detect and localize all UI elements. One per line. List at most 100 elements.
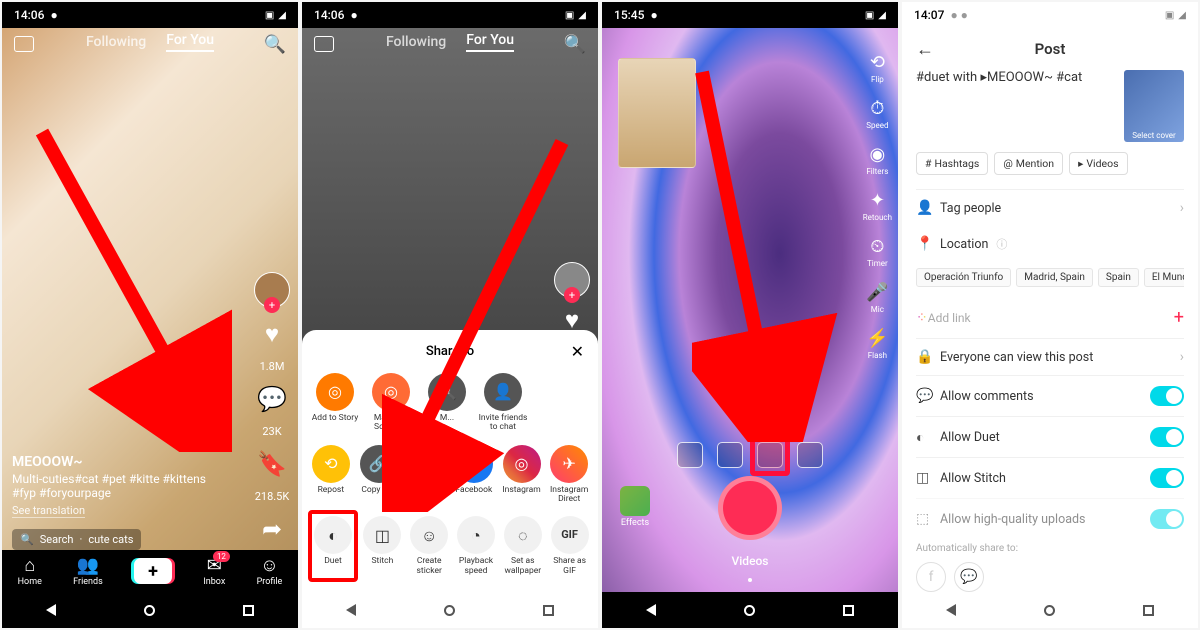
nav-profile[interactable]: ☺Profile (257, 555, 283, 587)
search-icon[interactable]: 🔍 (564, 34, 586, 55)
home-circle-icon[interactable] (744, 605, 755, 616)
share-repost[interactable]: ⟲Repost (310, 445, 352, 505)
comment-icon[interactable]: 💬 (256, 383, 288, 415)
share-instagram[interactable]: ◎Instagram (501, 445, 543, 505)
share-copylink[interactable]: 🔗Copy link (358, 445, 400, 505)
nav-inbox[interactable]: ✉Inbox (203, 555, 225, 587)
search-pill-label: Search (40, 533, 74, 546)
filters-button[interactable]: ◉Filters (866, 144, 888, 176)
share-speed[interactable]: ◔Playback speed (456, 516, 497, 576)
stitch-icon: ◫ (916, 470, 932, 486)
status-bar: 14:06● ▣◢ (2, 2, 298, 28)
follow-plus-icon[interactable]: + (564, 287, 580, 303)
share-row-actions: ◐Duet ◫Stitch ☺Create sticker ◔Playback … (302, 510, 598, 582)
gif-icon: GIF (551, 516, 589, 554)
location-chip[interactable]: Operación Triunfo (916, 268, 1011, 287)
location-row[interactable]: 📍Locationⓘ (916, 226, 1184, 262)
duet-pip[interactable] (618, 58, 696, 168)
home-icon: ⌂ (24, 555, 35, 576)
video-caption: MEOOOW~ Multi-cuties#cat #pet #kitte #ki… (12, 454, 212, 518)
share-sticker[interactable]: ☺Create sticker (409, 516, 450, 576)
layout-stack-button[interactable] (797, 442, 823, 468)
mic-button[interactable]: 🎤Mic (866, 282, 888, 314)
post-body: ← Post #duet with ▸MEOOOW~ #cat Select c… (902, 28, 1198, 592)
flip-icon: ⟲ (870, 52, 885, 73)
comments-toggle[interactable] (1150, 386, 1184, 406)
close-icon[interactable]: ✕ (571, 342, 584, 361)
location-chip[interactable]: Madrid, Spain (1016, 268, 1093, 287)
overview-icon[interactable] (543, 605, 554, 616)
privacy-row[interactable]: 🔒Everyone can view this post› (916, 338, 1184, 375)
signal-icon: ◢ (278, 10, 286, 21)
author-avatar[interactable]: + (554, 262, 590, 298)
share-email[interactable]: ✉Email (405, 445, 447, 505)
add-link-row[interactable]: ⁘Add link+ (916, 297, 1184, 338)
speed-button[interactable]: ⏱Speed (866, 98, 888, 130)
back-icon[interactable] (646, 604, 656, 616)
info-icon[interactable]: ⓘ (996, 236, 1007, 252)
layout-pip-button[interactable] (677, 442, 703, 468)
email-icon: ✉ (407, 445, 445, 483)
back-arrow-icon[interactable]: ← (916, 39, 934, 60)
flash-button[interactable]: ⚡Flash (866, 328, 888, 360)
share-icon[interactable]: ➦ (256, 513, 288, 545)
record-button[interactable] (718, 476, 782, 540)
share-facebook[interactable]: f (916, 562, 946, 592)
share-stitch[interactable]: ◫Stitch (362, 516, 403, 576)
share-duet[interactable]: ◐Duet (308, 510, 358, 582)
caption-input[interactable]: #duet with ▸MEOOOW~ #cat (916, 70, 1114, 142)
share-chat[interactable]: 💬 (954, 562, 984, 592)
overview-icon[interactable] (1143, 605, 1154, 616)
share-wallpaper[interactable]: ◌Set as wallpaper (502, 516, 543, 576)
see-translation-link[interactable]: See translation (12, 504, 85, 518)
search-icon[interactable]: 🔍 (264, 34, 286, 55)
hashtag-chip[interactable]: #Hashtags (916, 152, 988, 175)
status-bar: 14:06● ▣◢ (302, 2, 598, 28)
author-name[interactable]: MEOOOW~ (12, 454, 212, 470)
hq-toggle[interactable] (1150, 509, 1184, 529)
tab-foryou[interactable]: For You (466, 32, 514, 52)
sticker-icon: ☺ (410, 516, 448, 554)
tab-following[interactable]: Following (386, 34, 446, 50)
search-pill[interactable]: 🔍 Search · cute cats (12, 529, 141, 550)
flip-button[interactable]: ⟲Flip (870, 52, 885, 84)
nav-friends[interactable]: 👥Friends (73, 555, 103, 587)
author-avatar[interactable]: + (254, 272, 290, 308)
tag-people-row[interactable]: 👤Tag people› (916, 189, 1184, 226)
location-chip[interactable]: El Mundo (1144, 268, 1184, 287)
cover-thumbnail[interactable]: Select cover (1124, 70, 1184, 142)
follow-plus-icon[interactable]: + (264, 297, 280, 313)
share-contact[interactable]: 🔍M... (422, 373, 472, 433)
location-chip[interactable]: Spain (1098, 268, 1139, 287)
share-sheet-screen: 14:06● ▣◢ Following For You 🔍 + ♥ 1.8M S… (302, 2, 598, 628)
effects-button[interactable]: Effects (620, 486, 650, 528)
like-icon[interactable]: ♥ (256, 318, 288, 350)
share-contact[interactable]: ◎Malavida Software (366, 373, 416, 433)
share-gif[interactable]: GIFShare as GIF (549, 516, 590, 576)
back-icon[interactable] (946, 604, 956, 616)
tab-foryou[interactable]: For You (166, 32, 214, 52)
videos-chip[interactable]: ▸Videos (1069, 152, 1127, 175)
save-icon[interactable]: 🔖 (256, 448, 288, 480)
duet-toggle[interactable] (1150, 427, 1184, 447)
mention-chip[interactable]: @Mention (994, 152, 1063, 175)
retouch-button[interactable]: ✦Retouch (863, 190, 892, 222)
share-add-story[interactable]: ◎Add to Story (310, 373, 360, 433)
share-invite[interactable]: 👤Invite friends to chat (478, 373, 528, 433)
layout-split-button[interactable] (717, 442, 743, 468)
timer-button[interactable]: ⏲Timer (867, 236, 888, 268)
home-circle-icon[interactable] (144, 605, 155, 616)
overview-icon[interactable] (843, 605, 854, 616)
share-facebook[interactable]: fFacebook (453, 445, 495, 505)
back-icon[interactable] (46, 604, 56, 616)
overview-icon[interactable] (243, 605, 254, 616)
tab-following[interactable]: Following (86, 34, 146, 50)
back-icon[interactable] (346, 604, 356, 616)
nav-create[interactable]: + (134, 558, 172, 584)
home-circle-icon[interactable] (1044, 605, 1055, 616)
stitch-toggle[interactable] (1150, 468, 1184, 488)
nav-home[interactable]: ⌂Home (18, 555, 42, 587)
share-instagram-direct[interactable]: ✈Instagram Direct (548, 445, 590, 505)
camera-mode-tab[interactable]: Videos (602, 554, 898, 568)
home-circle-icon[interactable] (444, 605, 455, 616)
